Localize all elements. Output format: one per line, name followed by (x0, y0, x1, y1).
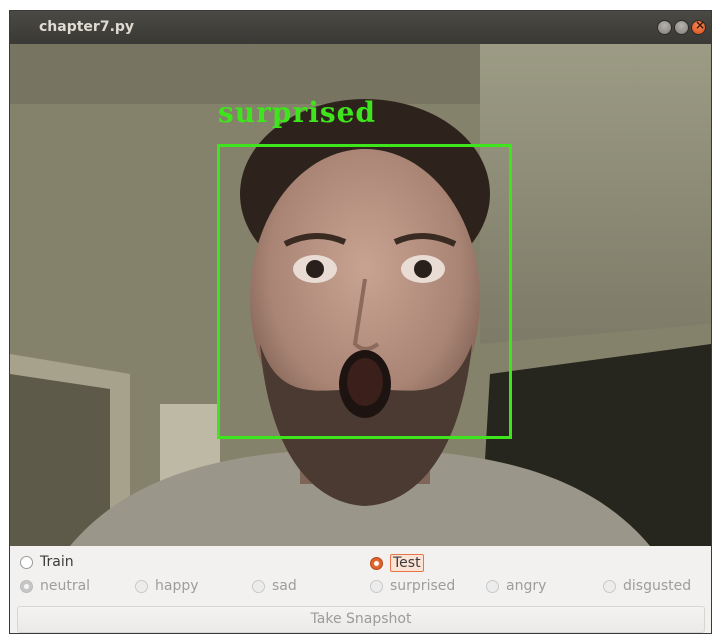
title-bar[interactable]: chapter7.py (10, 11, 711, 44)
radio-surprised-label: surprised (390, 578, 456, 594)
radio-neutral-indicator[interactable] (20, 579, 33, 593)
window-controls (657, 18, 706, 35)
radio-test[interactable]: Test (370, 554, 424, 572)
radio-happy-indicator[interactable] (135, 579, 148, 593)
take-snapshot-button[interactable]: Take Snapshot (17, 606, 705, 633)
radio-angry-label: angry (506, 578, 547, 594)
radio-neutral-label: neutral (40, 578, 91, 594)
maximize-icon[interactable] (674, 20, 689, 35)
radio-happy[interactable]: happy (135, 578, 199, 594)
radio-surprised[interactable]: surprised (370, 578, 455, 594)
radio-train-indicator[interactable] (20, 555, 33, 569)
minimize-icon[interactable] (657, 20, 672, 35)
close-icon[interactable] (691, 18, 706, 35)
face-detection-box (217, 144, 512, 439)
radio-disgusted-label: disgusted (623, 578, 692, 594)
emotion-overlay-label: surprised (218, 96, 376, 129)
camera-feed: surprised (10, 44, 711, 546)
radio-disgusted-indicator[interactable] (603, 579, 616, 593)
radio-angry[interactable]: angry (486, 578, 546, 594)
radio-train-label: Train (40, 554, 74, 570)
radio-sad-label: sad (272, 578, 297, 594)
radio-disgusted[interactable]: disgusted (603, 578, 691, 594)
radio-test-indicator[interactable] (370, 556, 383, 570)
app-window: chapter7.py × surprised Train Test neutr… (9, 10, 712, 634)
radio-test-label: Test (390, 554, 424, 572)
radio-neutral[interactable]: neutral (20, 578, 90, 594)
radio-angry-indicator[interactable] (486, 579, 499, 593)
window-title: chapter7.py (39, 19, 135, 35)
radio-train[interactable]: Train (20, 554, 74, 570)
control-panel: Train Test neutral happy sad surprised a… (10, 546, 711, 633)
radio-happy-label: happy (155, 578, 199, 594)
radio-surprised-indicator[interactable] (370, 579, 383, 593)
mode-row: Train Test (10, 552, 711, 574)
radio-sad-indicator[interactable] (252, 579, 265, 593)
radio-sad[interactable]: sad (252, 578, 297, 594)
emotion-row: neutral happy sad surprised angry disgus… (10, 576, 711, 598)
